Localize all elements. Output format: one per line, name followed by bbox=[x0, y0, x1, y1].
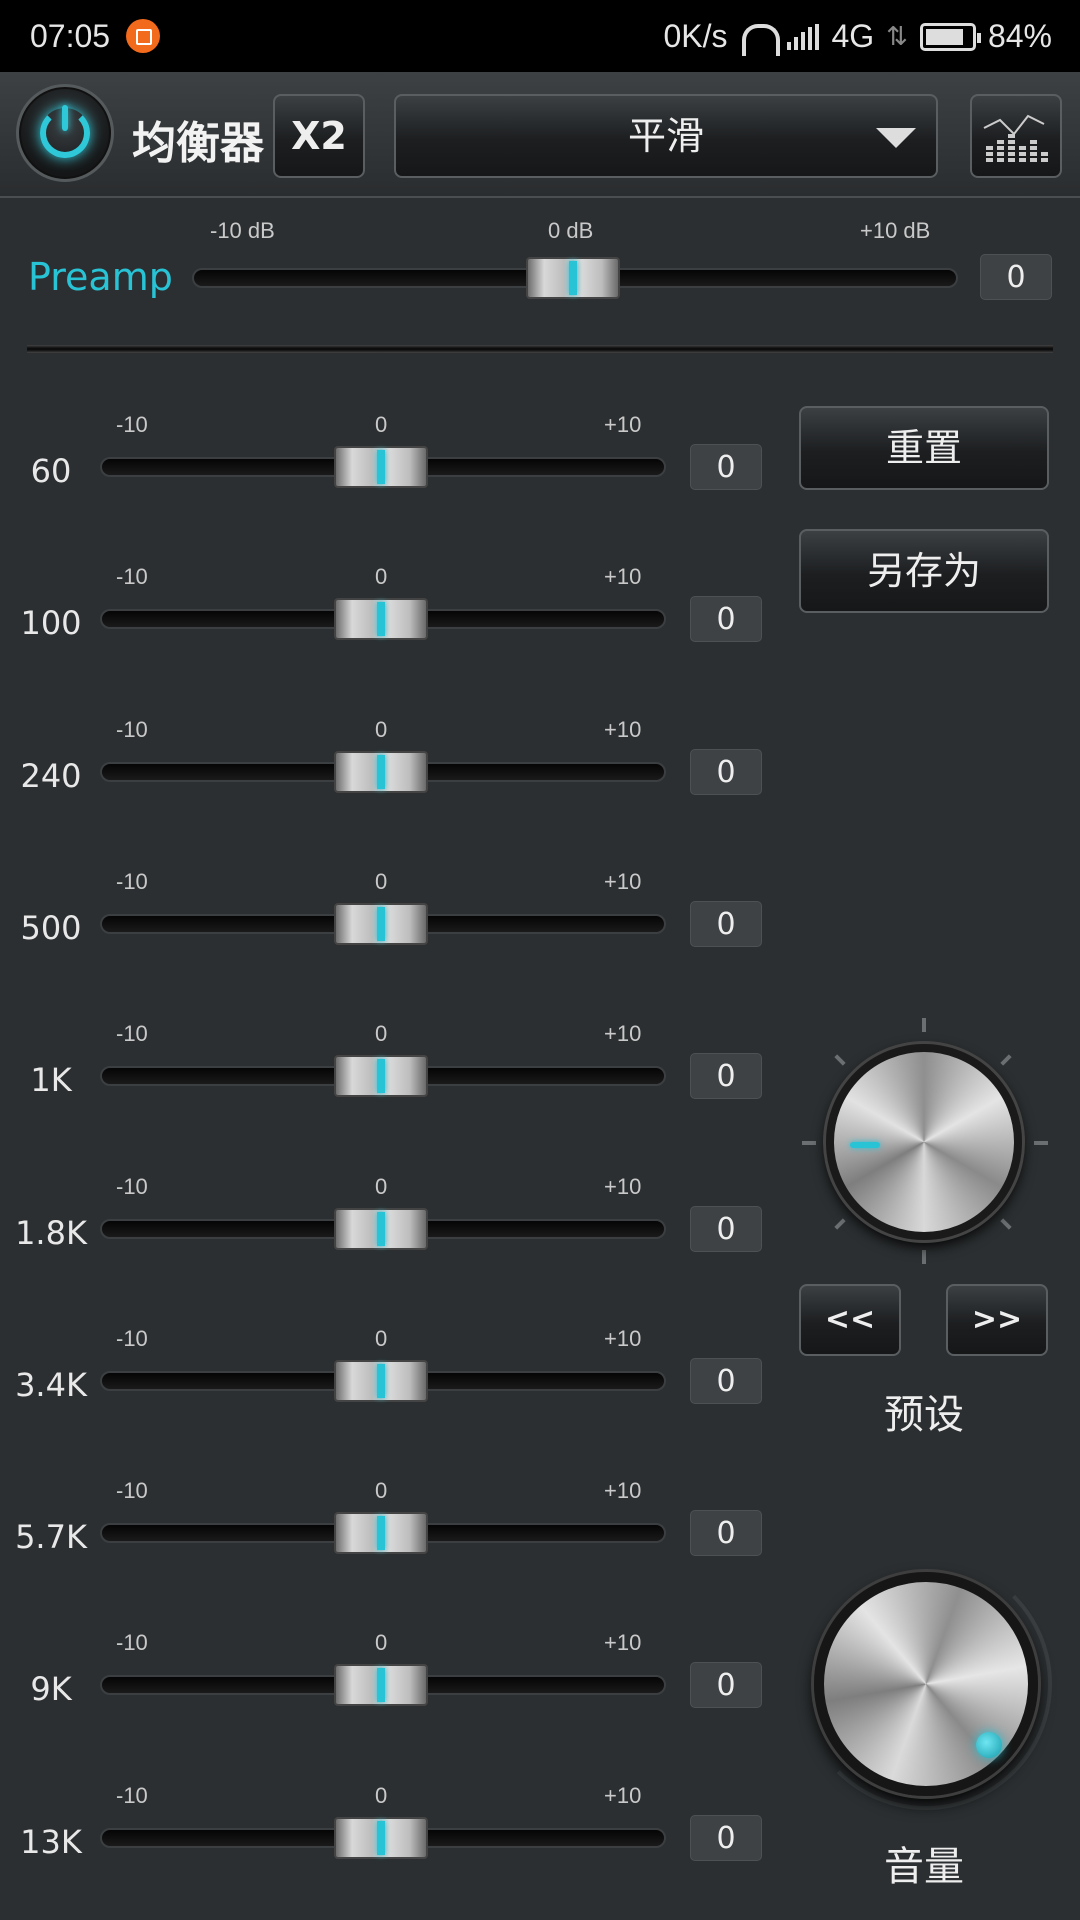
band-frequency-label: 240 bbox=[20, 757, 82, 795]
band-scale-max: +10 bbox=[604, 564, 642, 589]
spectrum-chart-icon bbox=[983, 114, 1048, 162]
volume-knob[interactable] bbox=[814, 1572, 1038, 1796]
band-frequency-label: 9K bbox=[30, 1670, 72, 1708]
band-scale-max: +10 bbox=[604, 1326, 642, 1351]
band-slider-thumb[interactable] bbox=[334, 751, 428, 793]
band-slider-thumb[interactable] bbox=[334, 903, 428, 945]
network-type: 4G bbox=[831, 18, 875, 54]
save-as-button[interactable]: 另存为 bbox=[799, 529, 1049, 613]
band-value: 0 bbox=[690, 1053, 762, 1099]
band-frequency-label: 3.4K bbox=[15, 1366, 87, 1404]
reset-button[interactable]: 重置 bbox=[799, 406, 1049, 490]
preamp-scale-mid: 0 dB bbox=[548, 218, 594, 243]
band-scale-min: -10 bbox=[116, 1326, 148, 1351]
band-value: 0 bbox=[690, 444, 762, 490]
headphone-icon bbox=[739, 22, 781, 56]
band-frequency-label: 1K bbox=[30, 1061, 72, 1099]
band-frequency-label: 13K bbox=[20, 1823, 82, 1861]
band-scale-mid: 0 bbox=[375, 1478, 388, 1503]
band-value: 0 bbox=[690, 749, 762, 795]
status-bar: 07:05 0K/s 4G ⇅ 84% bbox=[0, 0, 1080, 72]
band-value: 0 bbox=[690, 1206, 762, 1252]
band-slider-thumb[interactable] bbox=[334, 1817, 428, 1859]
band-scale-max: +10 bbox=[604, 1783, 642, 1808]
preset-knob[interactable] bbox=[826, 1044, 1022, 1240]
band-scale-min: -10 bbox=[116, 1021, 148, 1046]
band-slider-thumb[interactable] bbox=[334, 1512, 428, 1554]
preamp-slider-thumb[interactable] bbox=[526, 257, 620, 299]
band-value: 0 bbox=[690, 901, 762, 947]
band-value: 0 bbox=[690, 1662, 762, 1708]
band-scale-mid: 0 bbox=[375, 717, 388, 742]
spectrum-button[interactable] bbox=[970, 94, 1062, 178]
band-scale-min: -10 bbox=[116, 717, 148, 742]
band-slider-thumb[interactable] bbox=[334, 1208, 428, 1250]
band-value: 0 bbox=[690, 1815, 762, 1861]
band-slider-thumb[interactable] bbox=[334, 598, 428, 640]
power-button[interactable] bbox=[16, 84, 114, 182]
band-slider-thumb[interactable] bbox=[334, 1664, 428, 1706]
band-scale-max: +10 bbox=[604, 1478, 642, 1503]
band-slider-thumb[interactable] bbox=[334, 446, 428, 488]
battery-percent: 84% bbox=[987, 18, 1052, 54]
page-title: 均衡器 bbox=[132, 118, 264, 169]
band-frequency-label: 1.8K bbox=[15, 1214, 87, 1252]
preamp-value: 0 bbox=[980, 254, 1052, 300]
band-value: 0 bbox=[690, 1358, 762, 1404]
volume-label: 音量 bbox=[884, 1844, 964, 1890]
preamp-scale-min: -10 dB bbox=[210, 218, 275, 243]
toolbar: 均衡器 X2 平滑 bbox=[0, 72, 1080, 198]
band-scale-mid: 0 bbox=[375, 564, 388, 589]
band-scale-min: -10 bbox=[116, 412, 148, 437]
band-scale-mid: 0 bbox=[375, 1783, 388, 1808]
band-scale-max: +10 bbox=[604, 717, 642, 742]
band-scale-max: +10 bbox=[604, 1021, 642, 1046]
status-time: 07:05 bbox=[30, 18, 111, 54]
band-frequency-label: 500 bbox=[20, 909, 82, 947]
band-frequency-label: 60 bbox=[30, 452, 72, 490]
preamp-label: Preamp bbox=[28, 255, 173, 299]
band-scale-max: +10 bbox=[604, 412, 642, 437]
preset-dropdown[interactable]: 平滑 bbox=[394, 94, 938, 178]
band-value: 0 bbox=[690, 596, 762, 642]
band-frequency-label: 5.7K bbox=[15, 1518, 87, 1556]
data-arrows-icon: ⇅ bbox=[886, 21, 908, 51]
band-scale-min: -10 bbox=[116, 1174, 148, 1199]
prev-preset-button[interactable]: << bbox=[799, 1284, 901, 1356]
preset-dropdown-value: 平滑 bbox=[627, 114, 704, 158]
band-scale-mid: 0 bbox=[375, 1174, 388, 1199]
app-notification-icon bbox=[126, 19, 160, 53]
volume-knob-indicator bbox=[976, 1732, 1002, 1758]
band-value: 0 bbox=[690, 1510, 762, 1556]
band-scale-mid: 0 bbox=[375, 869, 388, 894]
band-scale-min: -10 bbox=[116, 1783, 148, 1808]
next-preset-button[interactable]: >> bbox=[946, 1284, 1048, 1356]
band-scale-mid: 0 bbox=[375, 1021, 388, 1046]
battery-icon bbox=[919, 22, 981, 51]
preset-knob-indicator bbox=[850, 1142, 880, 1148]
band-scale-min: -10 bbox=[116, 564, 148, 589]
band-frequency-label: 100 bbox=[20, 604, 82, 642]
band-scale-max: +10 bbox=[604, 869, 642, 894]
band-scale-mid: 0 bbox=[375, 1326, 388, 1351]
signal-icon bbox=[787, 23, 820, 50]
divider bbox=[27, 345, 1053, 353]
band-scale-min: -10 bbox=[116, 869, 148, 894]
band-scale-max: +10 bbox=[604, 1630, 642, 1655]
band-slider-thumb[interactable] bbox=[334, 1360, 428, 1402]
band-scale-mid: 0 bbox=[375, 1630, 388, 1655]
x2-button[interactable]: X2 bbox=[273, 94, 365, 178]
band-scale-max: +10 bbox=[604, 1174, 642, 1199]
preset-label: 预设 bbox=[884, 1392, 964, 1438]
band-scale-min: -10 bbox=[116, 1630, 148, 1655]
network-speed: 0K/s bbox=[663, 18, 728, 54]
band-scale-min: -10 bbox=[116, 1478, 148, 1503]
band-slider-thumb[interactable] bbox=[334, 1055, 428, 1097]
status-icons: 0K/s 4G ⇅ 84% bbox=[663, 18, 1052, 56]
band-scale-mid: 0 bbox=[375, 412, 388, 437]
preamp-scale-max: +10 dB bbox=[860, 218, 931, 243]
caret-down-icon bbox=[876, 128, 916, 148]
